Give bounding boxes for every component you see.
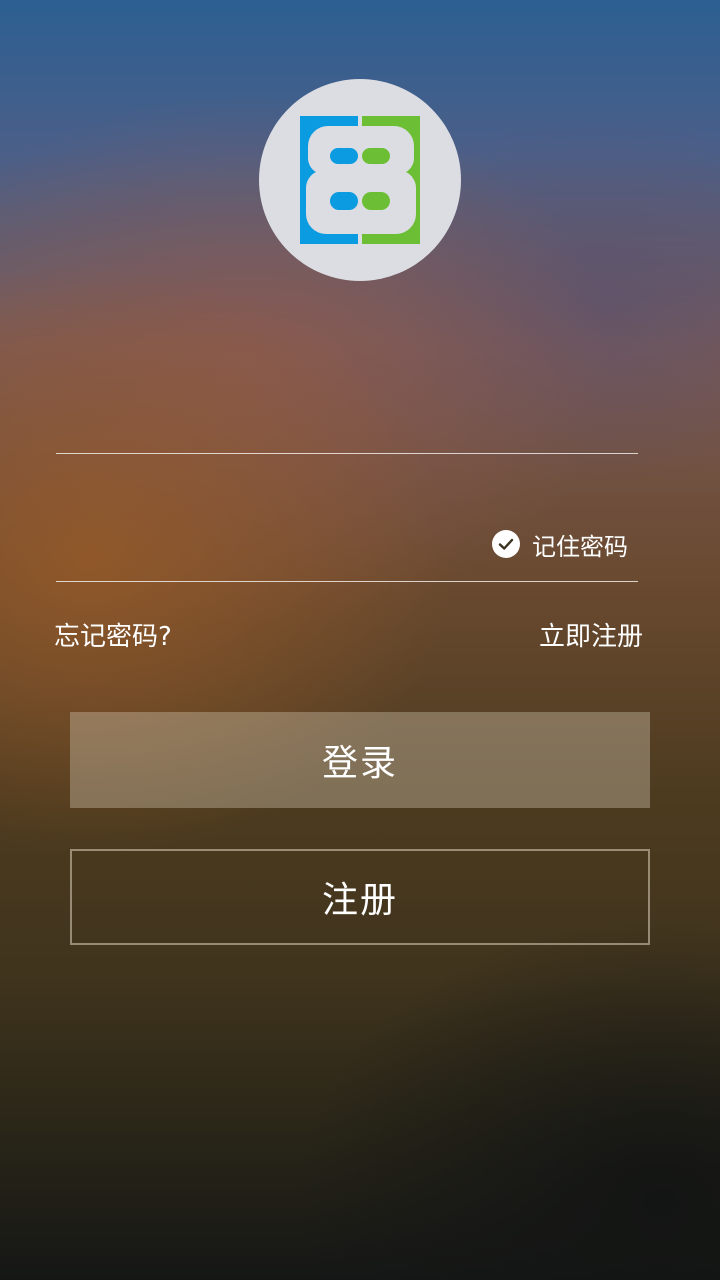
register-now-link[interactable]: 立即注册 (539, 616, 643, 653)
check-circle-icon (492, 530, 520, 558)
remember-password-toggle[interactable]: 记住密码 (492, 526, 628, 562)
password-underline (56, 581, 638, 582)
app-logo (259, 79, 461, 281)
password-input[interactable] (56, 520, 480, 578)
remember-password-label: 记住密码 (532, 532, 628, 561)
login-button[interactable]: 登录 (70, 712, 650, 808)
account-input[interactable] (56, 394, 480, 452)
bb-logo-icon (300, 116, 420, 244)
account-underline (56, 453, 638, 454)
forgot-password-link[interactable]: 忘记密码? (54, 616, 172, 653)
signup-button[interactable]: 注册 (70, 849, 650, 945)
